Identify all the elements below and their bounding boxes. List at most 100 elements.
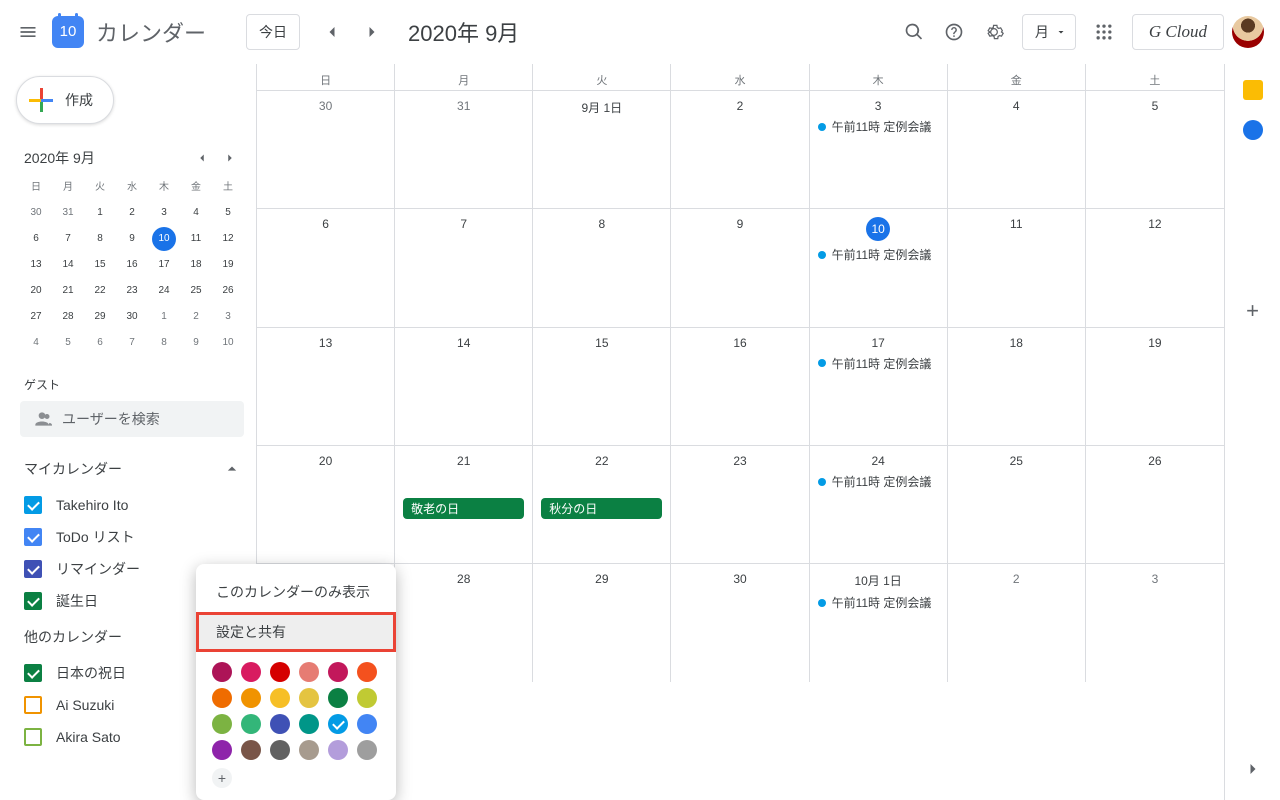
color-option[interactable] <box>212 688 232 708</box>
color-option[interactable] <box>270 714 290 734</box>
calendar-item[interactable]: Takehiro Ito <box>12 489 252 521</box>
day-cell[interactable]: 29 <box>533 564 671 681</box>
color-option[interactable] <box>299 714 319 734</box>
mini-day[interactable]: 23 <box>120 279 144 303</box>
color-option[interactable] <box>212 714 232 734</box>
day-cell[interactable]: 14 <box>395 328 533 445</box>
day-cell[interactable]: 10月 1日午前11時 定例会議 <box>810 564 948 681</box>
color-option[interactable] <box>328 688 348 708</box>
calendar-checkbox[interactable] <box>24 664 42 682</box>
day-cell[interactable]: 20 <box>257 446 395 563</box>
day-cell[interactable]: 11 <box>948 209 1086 326</box>
day-cell[interactable]: 16 <box>671 328 809 445</box>
color-option[interactable] <box>328 740 348 760</box>
mini-day[interactable]: 4 <box>184 201 208 225</box>
color-option[interactable] <box>212 740 232 760</box>
mini-next-button[interactable] <box>216 144 244 172</box>
calendar-checkbox[interactable] <box>24 560 42 578</box>
day-cell[interactable]: 4 <box>948 91 1086 208</box>
show-only-this-calendar[interactable]: このカレンダーのみ表示 <box>196 572 396 612</box>
mini-day[interactable]: 6 <box>88 331 112 355</box>
mini-day[interactable]: 27 <box>24 305 48 329</box>
color-option[interactable] <box>357 714 377 734</box>
calendar-checkbox[interactable] <box>24 592 42 610</box>
mini-day[interactable]: 30 <box>24 201 48 225</box>
day-cell[interactable]: 5 <box>1086 91 1224 208</box>
mini-day[interactable]: 2 <box>184 305 208 329</box>
mini-day[interactable]: 4 <box>24 331 48 355</box>
day-cell[interactable]: 2 <box>671 91 809 208</box>
color-option[interactable] <box>357 740 377 760</box>
color-option[interactable] <box>270 662 290 682</box>
color-option[interactable] <box>299 740 319 760</box>
avatar[interactable] <box>1232 16 1264 48</box>
mini-day[interactable]: 3 <box>216 305 240 329</box>
calendar-checkbox[interactable] <box>24 728 42 746</box>
search-icon[interactable] <box>894 12 934 52</box>
mini-calendar[interactable]: 日月火水木金土303112345678910111213141516171819… <box>12 172 252 364</box>
view-select[interactable]: 月 <box>1022 14 1076 50</box>
mini-day[interactable]: 29 <box>88 305 112 329</box>
mini-day[interactable]: 8 <box>88 227 112 251</box>
prev-month-button[interactable] <box>312 12 352 52</box>
rail-add-icon[interactable]: + <box>1246 298 1259 324</box>
day-cell[interactable]: 15 <box>533 328 671 445</box>
day-cell[interactable]: 9月 1日 <box>533 91 671 208</box>
color-option[interactable] <box>328 662 348 682</box>
settings-and-sharing[interactable]: 設定と共有 <box>196 612 396 652</box>
day-cell[interactable]: 28 <box>395 564 533 681</box>
event[interactable]: 午前11時 定例会議 <box>818 117 939 136</box>
mini-day[interactable]: 7 <box>120 331 144 355</box>
day-cell[interactable]: 30 <box>671 564 809 681</box>
color-option[interactable] <box>299 688 319 708</box>
mini-day[interactable]: 5 <box>56 331 80 355</box>
day-cell[interactable]: 7 <box>395 209 533 326</box>
calendar-checkbox[interactable] <box>24 528 42 546</box>
day-cell[interactable]: 19 <box>1086 328 1224 445</box>
create-button[interactable]: 作成 <box>16 76 114 124</box>
mini-day[interactable]: 20 <box>24 279 48 303</box>
mini-day[interactable]: 28 <box>56 305 80 329</box>
guest-search[interactable]: ユーザーを検索 <box>20 401 244 437</box>
calendar-checkbox[interactable] <box>24 496 42 514</box>
day-cell[interactable]: 2 <box>948 564 1086 681</box>
mini-day[interactable]: 10 <box>152 227 176 251</box>
day-cell[interactable]: 8 <box>533 209 671 326</box>
mini-day[interactable]: 25 <box>184 279 208 303</box>
add-custom-color[interactable]: + <box>212 768 232 788</box>
next-month-button[interactable] <box>352 12 392 52</box>
mini-day[interactable]: 3 <box>152 201 176 225</box>
mini-day[interactable]: 11 <box>184 227 208 251</box>
mini-day[interactable]: 18 <box>184 253 208 277</box>
day-cell[interactable]: 10午前11時 定例会議 <box>810 209 948 326</box>
day-cell[interactable]: 17午前11時 定例会議 <box>810 328 948 445</box>
day-cell[interactable]: 23 <box>671 446 809 563</box>
day-cell[interactable]: 12 <box>1086 209 1224 326</box>
color-option[interactable] <box>270 740 290 760</box>
mini-day[interactable]: 9 <box>120 227 144 251</box>
day-cell[interactable]: 3 <box>1086 564 1224 681</box>
rail-expand-icon[interactable] <box>1243 759 1263 784</box>
mini-day[interactable]: 1 <box>152 305 176 329</box>
mini-day[interactable]: 15 <box>88 253 112 277</box>
mini-day[interactable]: 10 <box>216 331 240 355</box>
color-option[interactable] <box>357 662 377 682</box>
apps-icon[interactable] <box>1084 12 1124 52</box>
menu-button[interactable] <box>8 12 48 52</box>
day-cell[interactable]: 24午前11時 定例会議 <box>810 446 948 563</box>
color-option[interactable] <box>270 688 290 708</box>
mini-day[interactable]: 26 <box>216 279 240 303</box>
day-cell[interactable]: 21敬老の日 <box>395 446 533 563</box>
color-option[interactable] <box>241 714 261 734</box>
settings-icon[interactable] <box>974 12 1014 52</box>
event[interactable]: 午前11時 定例会議 <box>818 245 939 264</box>
color-option[interactable] <box>212 662 232 682</box>
mini-day[interactable]: 22 <box>88 279 112 303</box>
event[interactable]: 午前11時 定例会議 <box>818 472 939 491</box>
day-cell[interactable]: 3午前11時 定例会議 <box>810 91 948 208</box>
day-cell[interactable]: 6 <box>257 209 395 326</box>
mini-day[interactable]: 7 <box>56 227 80 251</box>
help-icon[interactable] <box>934 12 974 52</box>
calendar-checkbox[interactable] <box>24 696 42 714</box>
day-cell[interactable]: 26 <box>1086 446 1224 563</box>
